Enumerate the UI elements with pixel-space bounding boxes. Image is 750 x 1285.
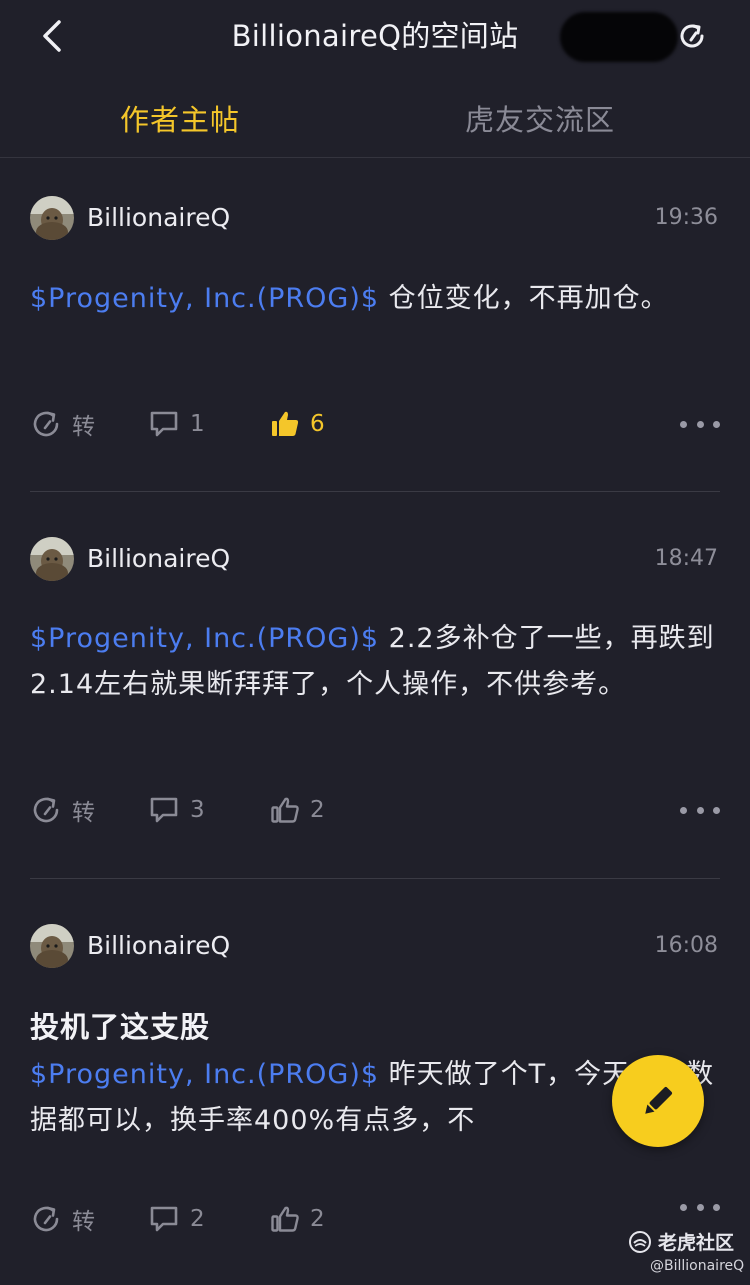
comment-button[interactable]: 2	[148, 1199, 205, 1239]
more-options-button[interactable]	[680, 1187, 720, 1227]
ticker-link[interactable]: $Progenity, Inc.(PROG)$	[30, 1059, 379, 1090]
like-count: 2	[310, 797, 325, 823]
avatar[interactable]	[30, 924, 74, 968]
thumbs-up-icon	[271, 1206, 299, 1232]
tab-author-posts[interactable]: 作者主帖	[120, 100, 240, 140]
dot-icon	[696, 806, 704, 814]
repost-icon	[33, 797, 59, 823]
comment-count: 2	[190, 1206, 205, 1232]
post-time: 18:47	[654, 546, 718, 571]
post-content[interactable]: $Progenity, Inc.(PROG)$ 2.2多补仓了一些，再跌到2.1…	[30, 616, 720, 708]
repost-button[interactable]: 转	[30, 1199, 95, 1239]
ticker-link[interactable]: $Progenity, Inc.(PROG)$	[30, 283, 379, 314]
refresh-button[interactable]	[670, 14, 714, 58]
comment-count: 1	[190, 411, 205, 437]
author-name[interactable]: BillionaireQ	[87, 542, 230, 576]
dot-icon	[713, 420, 720, 428]
post-time: 16:08	[654, 933, 718, 958]
repost-icon	[33, 1206, 59, 1232]
comment-icon	[150, 1206, 178, 1232]
repost-icon	[33, 411, 59, 437]
repost-button[interactable]: 转	[30, 404, 95, 444]
comment-count: 3	[190, 797, 205, 823]
author-name[interactable]: BillionaireQ	[87, 929, 230, 963]
dot-icon	[680, 806, 687, 814]
more-options-button[interactable]	[680, 404, 720, 444]
refresh-icon	[680, 24, 704, 48]
redacted-area	[560, 12, 678, 62]
top-bar: BillionaireQ的空间站	[0, 0, 750, 76]
community-watermark: 老虎社区	[628, 1228, 734, 1255]
avatar[interactable]	[30, 196, 74, 240]
post-time: 19:36	[654, 205, 718, 230]
pencil-icon	[645, 1086, 673, 1114]
tiger-logo-icon	[629, 1230, 651, 1253]
repost-button[interactable]: 转	[30, 790, 95, 830]
post-actions: 转 3 2	[0, 790, 750, 830]
dot-icon	[680, 420, 687, 428]
watermark-brand: 老虎社区	[658, 1232, 735, 1254]
comment-button[interactable]: 3	[148, 790, 205, 830]
ticker-link[interactable]: $Progenity, Inc.(PROG)$	[30, 623, 379, 654]
dot-icon	[713, 1203, 720, 1211]
tab-bar: 作者主帖 虎友交流区	[0, 76, 750, 158]
comment-button[interactable]: 1	[148, 404, 205, 444]
thumbs-up-filled-icon	[272, 411, 299, 436]
post-text: 仓位变化，不再加仓。	[379, 283, 669, 314]
post-item[interactable]: BillionaireQ 18:47 $Progenity, Inc.(PROG…	[0, 492, 750, 879]
like-count: 6	[310, 411, 325, 437]
repost-label: 转	[72, 414, 95, 440]
more-options-button[interactable]	[680, 790, 720, 830]
like-button[interactable]: 6	[270, 404, 325, 444]
post-content[interactable]: $Progenity, Inc.(PROG)$ 仓位变化，不再加仓。	[30, 276, 720, 322]
compose-button[interactable]	[612, 1055, 704, 1147]
dot-icon	[696, 1203, 704, 1211]
repost-label: 转	[72, 800, 95, 826]
post-title[interactable]: 投机了这支股	[30, 1007, 210, 1047]
like-button[interactable]: 2	[270, 790, 325, 830]
repost-label: 转	[72, 1209, 95, 1235]
post-actions: 转 1 6	[0, 404, 750, 444]
tab-community[interactable]: 虎友交流区	[465, 100, 615, 140]
watermark-handle: @BillionaireQ	[650, 1258, 745, 1274]
dot-icon	[713, 806, 720, 814]
post-item[interactable]: BillionaireQ 19:36 $Progenity, Inc.(PROG…	[0, 158, 750, 492]
author-name[interactable]: BillionaireQ	[87, 201, 230, 235]
dot-icon	[680, 1203, 687, 1211]
thumbs-up-icon	[271, 797, 299, 823]
comment-icon	[150, 797, 178, 823]
avatar[interactable]	[30, 537, 74, 581]
dot-icon	[696, 420, 704, 428]
like-button[interactable]: 2	[270, 1199, 325, 1239]
comment-icon	[150, 411, 178, 437]
like-count: 2	[310, 1206, 325, 1232]
